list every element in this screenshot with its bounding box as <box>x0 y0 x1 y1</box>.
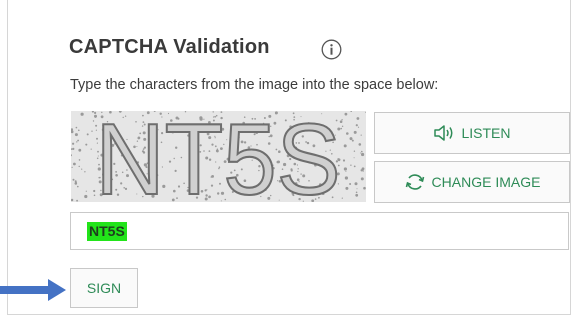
captcha-noise-dot <box>360 169 363 172</box>
captcha-noise-dot <box>77 185 79 188</box>
captcha-noise-dot <box>361 152 365 157</box>
captcha-noise-dot <box>78 165 80 168</box>
captcha-noise-dot <box>353 165 356 168</box>
captcha-noise-dot <box>349 137 353 141</box>
captcha-noise-dot <box>92 120 95 122</box>
speaker-icon <box>434 125 453 141</box>
captcha-instruction: Type the characters from the image into … <box>70 77 439 93</box>
captcha-noise-dot <box>76 199 78 202</box>
captcha-noise-dot <box>78 148 82 152</box>
captcha-noise-dot <box>78 159 81 161</box>
captcha-noise-dot <box>73 162 76 166</box>
captcha-noise-dot <box>344 176 348 180</box>
captcha-noise-dot <box>76 141 78 143</box>
captcha-noise-dot <box>356 117 360 120</box>
captcha-noise-dot <box>354 182 358 186</box>
captcha-noise-dot <box>74 182 78 185</box>
listen-button[interactable]: LISTEN <box>374 112 570 154</box>
captcha-noise-dot <box>357 126 360 128</box>
captcha-noise-dot <box>345 186 349 190</box>
captcha-noise-dot <box>84 194 88 199</box>
captcha-noise-dot <box>84 171 86 173</box>
captcha-noise-dot <box>345 171 347 172</box>
captcha-noise-dot <box>85 143 88 146</box>
captcha-noise-dot <box>80 112 84 116</box>
captcha-noise-dot <box>71 198 74 202</box>
info-icon[interactable] <box>321 39 342 60</box>
captcha-noise-dot <box>359 152 361 154</box>
captcha-noise-dot <box>344 112 348 116</box>
captcha-noise-dot <box>341 119 343 121</box>
captcha-noise-dot <box>86 133 89 136</box>
captcha-noise-dot <box>361 150 363 153</box>
change-image-label: CHANGE IMAGE <box>431 174 541 190</box>
captcha-noise-dot <box>346 132 349 135</box>
captcha-noise-dot <box>353 130 357 134</box>
captcha-noise-dot <box>74 180 77 183</box>
captcha-noise-dot <box>342 159 346 162</box>
captcha-answer-input[interactable]: NT5S <box>70 212 569 250</box>
captcha-noise-dot <box>343 167 347 171</box>
captcha-noise-dot <box>71 166 73 168</box>
sign-button[interactable]: SIGN <box>70 268 138 308</box>
refresh-icon <box>405 174 424 190</box>
captcha-noise-dot <box>78 129 80 132</box>
captcha-image-text: NT5S <box>95 111 340 202</box>
captcha-noise-dot <box>341 125 344 127</box>
captcha-noise-dot <box>72 178 75 181</box>
captcha-noise-dot <box>355 191 358 194</box>
sign-label: SIGN <box>86 280 122 296</box>
captcha-noise-dot <box>353 157 355 159</box>
captcha-noise-dot <box>341 197 343 199</box>
captcha-noise-dot <box>85 190 87 192</box>
captcha-noise-dot <box>351 139 354 142</box>
captcha-noise-dot <box>90 148 92 150</box>
captcha-noise-dot <box>360 177 364 181</box>
captcha-title: CAPTCHA Validation <box>69 36 270 58</box>
captcha-noise-dot <box>74 133 78 137</box>
arrow-icon <box>0 279 66 301</box>
captcha-noise-dot <box>72 147 75 150</box>
captcha-noise-dot <box>353 150 356 152</box>
captcha-noise-dot <box>349 183 352 185</box>
captcha-noise-dot <box>77 139 79 142</box>
captcha-noise-dot <box>356 188 358 190</box>
captcha-image: NT5S <box>71 111 366 202</box>
captcha-answer-value: NT5S <box>87 222 127 241</box>
captcha-noise-dot <box>72 142 75 145</box>
change-image-button[interactable]: CHANGE IMAGE <box>374 161 570 203</box>
captcha-noise-dot <box>363 186 366 190</box>
captcha-noise-dot <box>75 126 78 129</box>
captcha-noise-dot <box>358 143 362 146</box>
listen-label: LISTEN <box>461 125 511 141</box>
captcha-noise-dot <box>343 144 347 148</box>
captcha-noise-dot <box>360 134 362 136</box>
captcha-noise-dot <box>81 168 83 170</box>
captcha-noise-dot <box>355 193 359 197</box>
captcha-noise-dot <box>350 164 352 166</box>
captcha-noise-dot <box>91 130 93 132</box>
captcha-noise-dot <box>355 124 358 127</box>
